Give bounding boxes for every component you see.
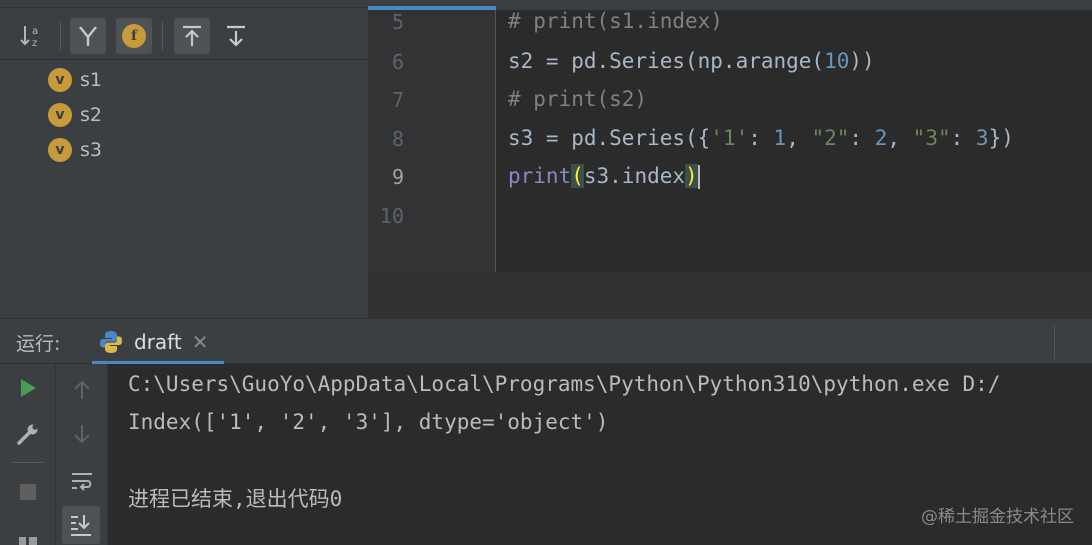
ide-window: a z f v s1 v s2 v s3 5 6 7 8 9 10 # prin…: [0, 0, 1092, 545]
code-comment: # print(s1.index): [508, 9, 723, 33]
structure-panel-top-strip: [0, 0, 368, 8]
arrow-down-icon[interactable]: [64, 416, 100, 452]
structure-item-s2[interactable]: v s2: [48, 100, 102, 130]
current-line-number: 9: [391, 165, 404, 189]
expand-all-icon[interactable]: [174, 18, 210, 54]
code-text: s3.index: [583, 164, 686, 188]
code-number: 2: [874, 126, 888, 150]
code-number: 1: [773, 126, 787, 150]
code-string: "3": [912, 126, 951, 150]
code-text: :: [748, 126, 774, 150]
text-caret: [697, 165, 700, 189]
code-line-9[interactable]: print(s3.index): [508, 161, 700, 191]
svg-text:a: a: [32, 26, 38, 37]
rerun-icon[interactable]: [10, 370, 46, 406]
run-tool-window-header: 运行: draft ✕: [0, 318, 1092, 365]
code-editor[interactable]: 5 6 7 8 9 10 # print(s1.index) s2 = pd.S…: [368, 0, 1092, 318]
svg-text:z: z: [32, 38, 37, 49]
code-text: s2 = pd.Series(np.arange(: [508, 49, 825, 73]
structure-panel: a z f v s1 v s2 v s3: [0, 0, 368, 318]
line-number: 10: [379, 204, 404, 228]
toolbar-separator: [12, 462, 44, 463]
line-number: 7: [391, 88, 404, 112]
python-icon: [100, 331, 122, 353]
console-line: C:\Users\GuoYo\AppData\Local\Programs\Py…: [128, 372, 1001, 396]
wrench-icon[interactable]: [10, 416, 46, 452]
sort-alpha-icon[interactable]: a z: [14, 18, 50, 54]
structure-item-label: s3: [80, 139, 102, 161]
structure-item-label: s1: [80, 69, 102, 91]
variable-icon: v: [48, 103, 72, 127]
structure-item-s3[interactable]: v s3: [48, 135, 102, 165]
code-text: ,: [786, 126, 812, 150]
code-number: 3: [975, 126, 989, 150]
editor-tab-strip: [368, 0, 1092, 10]
show-functions-icon[interactable]: f: [116, 18, 152, 54]
run-label: 运行:: [16, 333, 61, 355]
close-icon[interactable]: ✕: [192, 330, 209, 354]
console-line: Index(['1', '2', '3'], dtype='object'): [128, 410, 609, 434]
editor-bottom-strip: [368, 272, 1092, 318]
code-builtin: print: [508, 164, 572, 188]
run-toolbar-secondary: [56, 364, 108, 545]
code-text: :: [849, 126, 875, 150]
stop-icon[interactable]: [10, 474, 46, 510]
run-tab-label: draft: [134, 330, 182, 354]
watermark: @稀土掘金技术社区: [921, 507, 1074, 527]
console-line: 进程已结束,退出代码0: [128, 487, 343, 511]
line-number-gutter: 5 6 7 8 9 10: [368, 10, 496, 272]
code-text: )): [849, 49, 875, 73]
structure-item-s1[interactable]: v s1: [48, 65, 102, 95]
structure-item-label: s2: [80, 104, 102, 126]
code-string: "2": [811, 126, 850, 150]
collapse-all-icon[interactable]: [218, 18, 254, 54]
toolbar-separator: [162, 22, 163, 50]
code-text: }): [988, 126, 1014, 150]
code-text: :: [950, 126, 976, 150]
code-line-7[interactable]: # print(s2): [508, 84, 647, 114]
header-divider: [1054, 325, 1055, 359]
matched-paren-open: (: [571, 164, 584, 188]
code-number: 10: [824, 49, 850, 73]
code-line-6[interactable]: s2 = pd.Series(np.arange(10)): [508, 46, 875, 76]
structure-toolbar: a z f: [0, 12, 368, 60]
line-number: 6: [391, 50, 404, 74]
layout-icon[interactable]: [10, 524, 46, 545]
soft-wrap-icon[interactable]: [64, 464, 100, 500]
arrow-up-icon[interactable]: [64, 372, 100, 408]
code-line-8[interactable]: s3 = pd.Series({'1': 1, "2": 2, "3": 3}): [508, 123, 1014, 153]
variable-icon: v: [48, 68, 72, 92]
line-number: 5: [391, 10, 404, 34]
variable-icon: v: [48, 138, 72, 162]
code-text: ,: [887, 126, 913, 150]
scroll-to-end-icon[interactable]: [62, 506, 100, 544]
code-string: '1': [710, 126, 749, 150]
matched-paren-close: ): [685, 164, 698, 188]
function-badge: f: [122, 24, 146, 48]
line-number: 8: [391, 127, 404, 151]
code-line-5[interactable]: # print(s1.index): [508, 6, 723, 36]
code-text: s3 = pd.Series({: [508, 126, 711, 150]
show-fields-icon[interactable]: [70, 18, 106, 54]
toolbar-separator: [60, 22, 61, 50]
run-toolbar-primary: [0, 364, 56, 545]
code-comment: # print(s2): [508, 87, 648, 111]
run-tab-draft[interactable]: draft ✕: [92, 319, 224, 365]
